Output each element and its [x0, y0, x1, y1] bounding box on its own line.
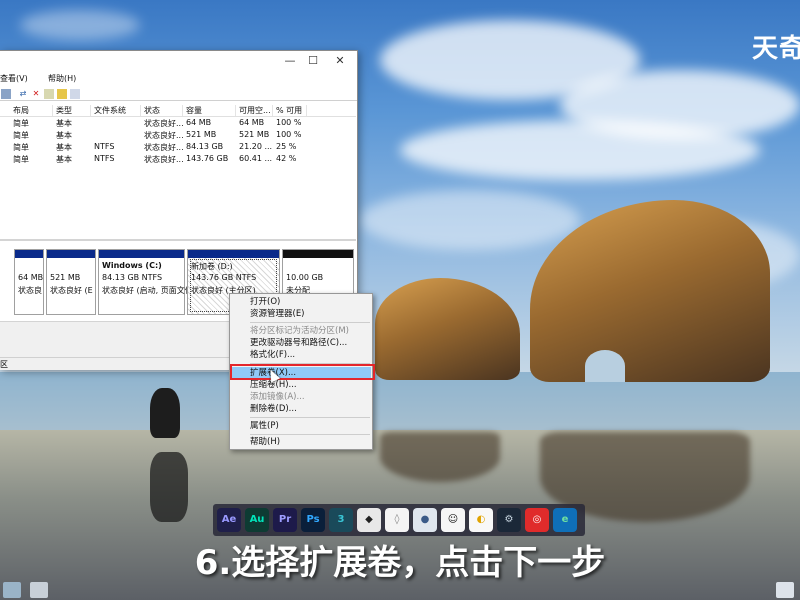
menu-item-properties[interactable]: 属性(P) [231, 420, 371, 432]
table-cell: 状态良好... [144, 131, 183, 140]
table-cell: 状态良好... [144, 119, 183, 128]
menu-help[interactable]: 帮助(H) [48, 73, 76, 84]
table-cell: NTFS [94, 142, 115, 151]
table-cell: 100 % [276, 118, 302, 127]
start-icon[interactable] [3, 582, 21, 598]
after-effects-icon[interactable]: Ae [217, 508, 241, 532]
properties-icon[interactable] [70, 89, 80, 99]
edge-icon[interactable]: e [553, 508, 577, 532]
menu-item-format[interactable]: 格式化(F)... [231, 349, 371, 361]
maximize-button[interactable]: ☐ [305, 53, 321, 69]
table-cell: 143.76 GB [186, 154, 229, 163]
unity-icon[interactable]: ◆ [357, 508, 381, 532]
menu-item-delete-volume[interactable]: 删除卷(D)... [231, 403, 371, 415]
partition-efi[interactable]: 64 MB 状态良 [14, 249, 44, 315]
table-row[interactable]: 简单 基本 NTFS 状态良好... 143.76 GB 60.41 ... 42 % [0, 153, 356, 165]
list-view-icon[interactable] [1, 89, 11, 99]
check-icon[interactable] [44, 89, 54, 99]
table-row[interactable]: 简单 基本 状态良好... 521 MB 521 MB 100 % [0, 129, 356, 141]
cloud [20, 10, 140, 40]
menu-item-explorer[interactable]: 资源管理器(E) [231, 308, 371, 320]
menu-separator [250, 434, 370, 435]
notification-icon[interactable] [776, 582, 794, 598]
toolbar: ⇄ ✕ [0, 87, 357, 101]
close-button[interactable]: ✕ [332, 53, 348, 69]
app-dock: Ae Au Pr Ps 3 ◆ ◊ ● ☺ ◐ ⚙ ◎ e [213, 504, 585, 536]
table-cell: 84.13 GB [186, 142, 224, 151]
col-filesystem[interactable]: 文件系统 [91, 105, 141, 116]
table-cell: 64 MB [239, 118, 265, 127]
steam-icon[interactable]: ⚙ [497, 508, 521, 532]
menu-separator [250, 417, 370, 418]
media-icon[interactable]: ● [413, 508, 437, 532]
netease-music-icon[interactable]: ◎ [525, 508, 549, 532]
table-cell: 64 MB [186, 118, 212, 127]
partition-c[interactable]: Windows (C:) 84.13 GB NTFS 状态良好 (启动, 页面文… [98, 249, 193, 315]
cloud [360, 190, 580, 250]
runner-silhouette [150, 388, 180, 438]
menu-item-add-mirror: 添加镜像(A)... [250, 392, 305, 402]
runner-reflection [150, 452, 188, 522]
menu-item-shrink-volume[interactable]: 压缩卷(H)... [231, 379, 371, 391]
table-cell: 100 % [276, 130, 302, 139]
title-bar: — ☐ ✕ [0, 51, 357, 71]
table-cell: 简单 [13, 155, 29, 164]
menu-bar: 查看(V) 帮助(H) [0, 72, 357, 86]
volume-list-header: 布局 类型 文件系统 状态 容量 可用空... % 可用 [0, 104, 356, 117]
premiere-icon[interactable]: Pr [273, 508, 297, 532]
col-type[interactable]: 类型 [53, 105, 91, 116]
folder-icon[interactable] [57, 89, 67, 99]
minimize-button[interactable]: — [282, 53, 298, 69]
table-cell: 简单 [13, 131, 29, 140]
brand-logo: 天奇 [752, 34, 800, 64]
table-row[interactable]: 简单 基本 状态良好... 64 MB 64 MB 100 % [0, 117, 356, 129]
table-row[interactable]: 简单 基本 NTFS 状态良好... 84.13 GB 21.20 ... 25 % [0, 141, 356, 153]
disk-manager-taskbar-icon[interactable] [30, 582, 48, 598]
audition-icon[interactable]: Au [245, 508, 269, 532]
highlight-annotation [230, 364, 375, 380]
col-capacity[interactable]: 容量 [183, 105, 236, 116]
3dsmax-icon[interactable]: 3 [329, 508, 353, 532]
status-text: 区 [0, 360, 8, 369]
menu-item-open[interactable]: 打开(O) [231, 296, 371, 308]
table-cell: 简单 [13, 143, 29, 152]
col-layout[interactable]: 布局 [10, 105, 53, 116]
menu-separator [250, 322, 370, 323]
table-cell: 25 % [276, 142, 297, 151]
menu-item-change-drive-letter[interactable]: 更改驱动器号和路径(C)... [231, 337, 371, 349]
menu-item-help[interactable]: 帮助(H) [231, 436, 371, 448]
volume-list: 布局 类型 文件系统 状态 容量 可用空... % 可用 简单 基本 状态良好...… [0, 104, 356, 165]
tutorial-caption: 6.选择扩展卷，点击下一步 [194, 543, 606, 583]
col-free-space[interactable]: 可用空... [236, 105, 273, 116]
pane-splitter[interactable] [0, 239, 356, 241]
cloud [400, 120, 760, 180]
table-cell: 521 MB [186, 130, 217, 139]
table-cell: 60.41 ... [239, 154, 273, 163]
table-cell: 状态良好... [144, 155, 183, 164]
partition-recovery[interactable]: 521 MB 状态良好 (E [46, 249, 96, 315]
delete-icon[interactable]: ✕ [31, 89, 41, 99]
coin-icon[interactable]: ◐ [469, 508, 493, 532]
table-cell: 21.20 ... [239, 142, 273, 151]
table-cell: 521 MB [239, 130, 270, 139]
table-cell: 基本 [56, 119, 72, 128]
table-cell: 基本 [56, 131, 72, 140]
table-cell: 状态良好... [144, 143, 183, 152]
photoshop-icon[interactable]: Ps [301, 508, 325, 532]
menu-view[interactable]: 查看(V) [0, 73, 28, 84]
table-cell: 42 % [276, 154, 297, 163]
col-status[interactable]: 状态 [141, 105, 183, 116]
qq-icon[interactable]: ☺ [441, 508, 465, 532]
table-cell: 基本 [56, 155, 72, 164]
rock-arch-opening [585, 350, 625, 382]
col-percent-free[interactable]: % 可用 [273, 105, 307, 116]
droplet-icon[interactable]: ◊ [385, 508, 409, 532]
menu-item-mark-active: 将分区标记为活动分区(M) [250, 326, 349, 336]
connect-icon[interactable]: ⇄ [18, 89, 28, 99]
table-cell: NTFS [94, 154, 115, 163]
rock-reflection [380, 432, 500, 482]
table-cell: 简单 [13, 119, 29, 128]
table-cell: 基本 [56, 143, 72, 152]
